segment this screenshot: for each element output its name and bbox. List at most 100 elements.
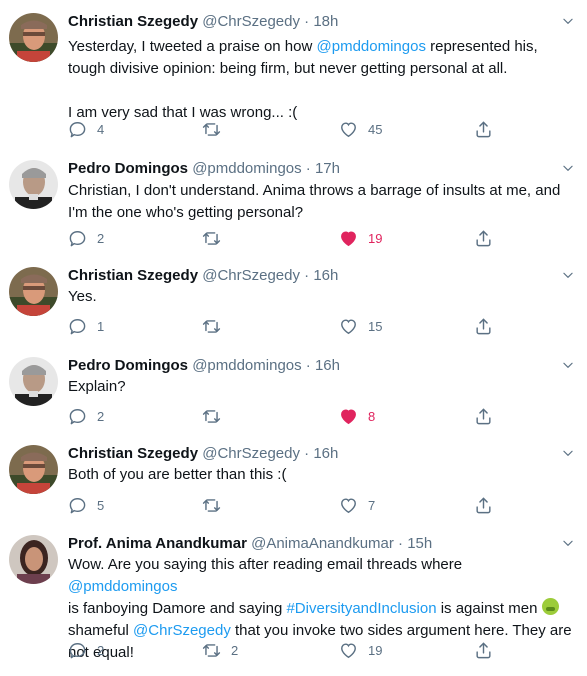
share-icon	[474, 317, 493, 336]
tweet-text: Explain?	[68, 376, 573, 398]
avatar[interactable]	[9, 445, 58, 494]
author-handle[interactable]: @ChrSzegedy · 18h	[202, 13, 338, 30]
author-name[interactable]: Pedro Domingos	[68, 160, 188, 177]
author-name[interactable]: Pedro Domingos	[68, 357, 188, 374]
like-button[interactable]: 8	[339, 406, 375, 426]
share-button[interactable]	[474, 406, 493, 426]
avatar[interactable]	[9, 13, 58, 62]
chevron-down-icon[interactable]	[561, 14, 575, 28]
like-button[interactable]: 15	[339, 316, 382, 336]
chevron-down-icon[interactable]	[561, 446, 575, 460]
heart-icon	[339, 496, 358, 515]
retweet-button[interactable]	[202, 316, 231, 336]
retweet-button[interactable]: 2	[202, 640, 238, 660]
reply-button[interactable]: 4	[68, 119, 104, 139]
share-icon	[474, 120, 493, 139]
share-icon	[474, 229, 493, 248]
like-button[interactable]: 45	[339, 119, 382, 139]
share-button[interactable]	[474, 495, 493, 515]
author-name[interactable]: Prof. Anima Anandkumar	[68, 535, 247, 552]
reply-button[interactable]: 1	[68, 316, 104, 336]
retweet-icon	[202, 120, 221, 139]
avatar[interactable]	[9, 160, 58, 209]
likes-count: 15	[368, 318, 383, 334]
tweet-text-segment: Christian, I don't understand. Anima thr…	[68, 182, 561, 199]
mention-link[interactable]: #DiversityandInclusion	[286, 600, 436, 617]
avatar[interactable]	[9, 357, 58, 406]
tweet: Christian Szegedy @ChrSzegedy · 18h Yeste…	[0, 12, 587, 143]
tweet-text-line: shameful @ChrSzegedy that you invoke two…	[68, 620, 573, 642]
author-handle[interactable]: @AnimaAnandkumar · 15h	[251, 535, 432, 552]
tweet-text-line: Both of you are better than this :(	[68, 464, 573, 486]
heart-icon	[339, 317, 358, 336]
chevron-down-icon[interactable]	[561, 268, 575, 282]
retweets-count: 2	[231, 642, 239, 658]
tweet-text-line: Yes.	[68, 286, 573, 308]
likes-count: 45	[368, 121, 383, 137]
avatar[interactable]	[9, 535, 58, 584]
retweet-button[interactable]	[202, 406, 231, 426]
tweet-header: Pedro Domingos @pmddomingos · 16h	[68, 356, 340, 376]
mention-link[interactable]: @pmddomingos	[317, 38, 426, 55]
retweet-button[interactable]	[202, 228, 231, 248]
tweet-text: Yesterday, I tweeted a praise on how @pm…	[68, 36, 573, 124]
tweet-text-line: Yesterday, I tweeted a praise on how @pm…	[68, 36, 573, 58]
avatar[interactable]	[9, 267, 58, 316]
tweet-text-line: Explain?	[68, 376, 573, 398]
share-button[interactable]	[474, 228, 493, 248]
tweet-text-segment: Yesterday, I tweeted a praise on how	[68, 38, 317, 55]
replies-count: 2	[97, 230, 105, 246]
replies-count: 2	[97, 642, 105, 658]
tweet: Pedro Domingos @pmddomingos · 17h Christi…	[0, 159, 587, 252]
reply-icon	[68, 496, 87, 515]
chevron-down-icon[interactable]	[561, 536, 575, 550]
share-button[interactable]	[474, 119, 493, 139]
like-button[interactable]: 19	[339, 640, 382, 660]
author-handle[interactable]: @pmddomingos · 16h	[192, 357, 340, 374]
retweet-icon	[202, 317, 221, 336]
author-handle[interactable]: @ChrSzegedy · 16h	[202, 267, 338, 284]
mention-link[interactable]: @ChrSzegedy	[133, 622, 231, 639]
share-icon	[474, 407, 493, 426]
retweet-icon	[202, 496, 221, 515]
tweet-text-segment: tough divisive opinion: being firm, but …	[68, 60, 508, 77]
reply-button[interactable]: 5	[68, 495, 104, 515]
tweet-header: Christian Szegedy @ChrSzegedy · 16h	[68, 444, 338, 464]
reply-icon	[68, 407, 87, 426]
retweet-button[interactable]	[202, 119, 231, 139]
chevron-down-icon[interactable]	[561, 358, 575, 372]
share-button[interactable]	[474, 640, 493, 660]
like-button[interactable]: 7	[339, 495, 375, 515]
tweet-text-line: is fanboying Damore and saying #Diversit…	[68, 598, 573, 620]
tweet-text-segment: is fanboying Damore and saying	[68, 600, 287, 617]
reply-button[interactable]: 2	[68, 406, 104, 426]
replies-count: 1	[97, 318, 105, 334]
tweet-text-segment: Explain?	[68, 378, 126, 395]
heart-icon	[339, 120, 358, 139]
share-icon	[474, 496, 493, 515]
chevron-down-icon[interactable]	[561, 161, 575, 175]
mention-link[interactable]: @pmddomingos	[68, 578, 177, 595]
author-name[interactable]: Christian Szegedy	[68, 13, 198, 30]
retweet-button[interactable]	[202, 495, 231, 515]
tweet-actions: 57	[68, 495, 568, 515]
heart-icon	[339, 407, 358, 426]
tweet-actions: 4 45	[68, 119, 568, 139]
reply-icon	[68, 641, 87, 660]
share-button[interactable]	[474, 316, 493, 336]
tweet-text: Christian, I don't understand. Anima thr…	[68, 180, 573, 224]
replies-count: 4	[97, 121, 105, 137]
author-name[interactable]: Christian Szegedy	[68, 445, 198, 462]
tweet-text-line: tough divisive opinion: being firm, but …	[68, 58, 573, 80]
author-handle[interactable]: @ChrSzegedy · 16h	[202, 445, 338, 462]
tweet-header: Pedro Domingos @pmddomingos · 17h	[68, 159, 340, 179]
likes-count: 19	[368, 230, 383, 246]
tweet-actions: 28	[68, 406, 568, 426]
likes-count: 8	[368, 408, 376, 424]
share-icon	[474, 641, 493, 660]
like-button[interactable]: 19	[339, 228, 382, 248]
reply-button[interactable]: 2	[68, 228, 104, 248]
reply-button[interactable]: 2	[68, 640, 104, 660]
author-name[interactable]: Christian Szegedy	[68, 267, 198, 284]
author-handle[interactable]: @pmddomingos · 17h	[192, 160, 340, 177]
